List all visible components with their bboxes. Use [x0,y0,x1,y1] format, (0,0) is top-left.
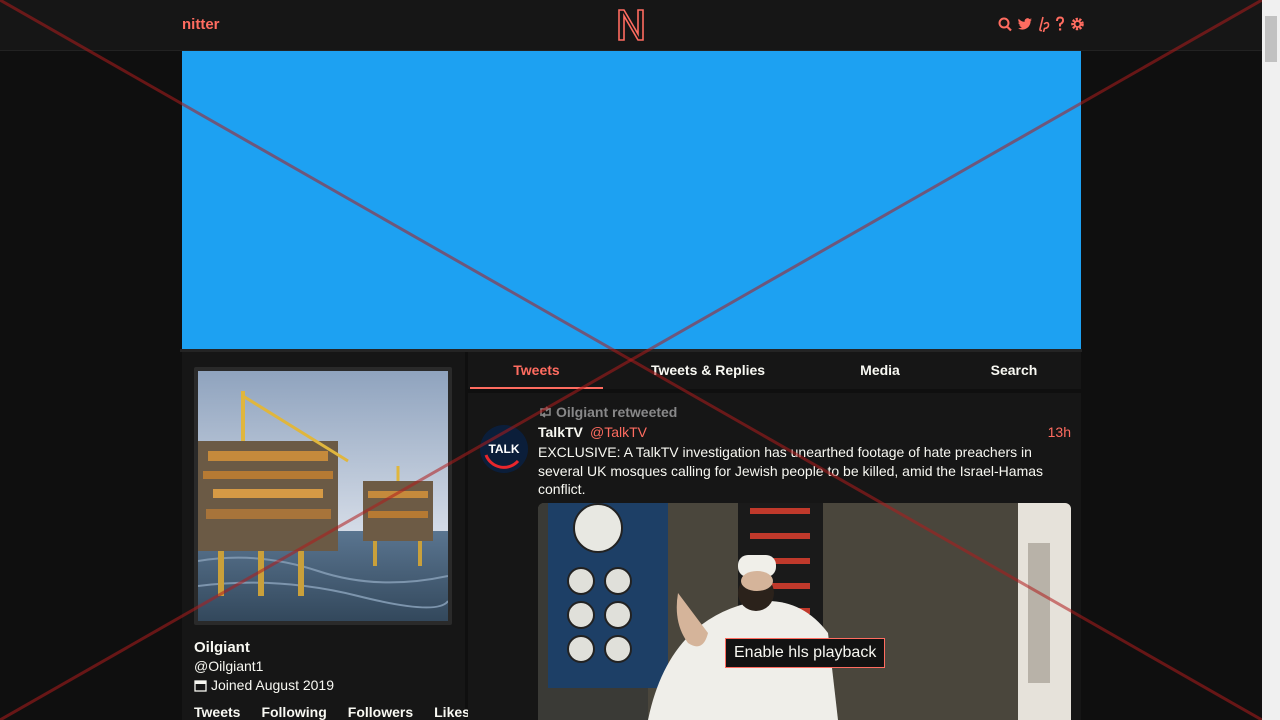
nitter-logo-icon[interactable] [617,8,645,42]
search-icon[interactable] [998,16,1012,32]
profile-joined-text: Joined August 2019 [211,677,334,693]
stat-likes[interactable]: Likes [434,704,470,720]
tweet-timestamp[interactable]: 13h [1048,424,1071,440]
tab-search[interactable]: Search [974,352,1054,389]
tweet-author-handle[interactable]: @TalkTV [590,424,647,440]
stat-followers[interactable]: Followers [348,704,413,720]
profile-handle[interactable]: @Oilgiant1 [194,658,263,674]
profile-avatar[interactable] [198,371,448,621]
tab-tweets[interactable]: Tweets [470,352,603,389]
scrollbar-thumb[interactable] [1265,16,1277,62]
tweet-video[interactable]: Enable hls playback [538,503,1071,720]
retweet-label[interactable]: Oilgiant retweeted [556,404,677,420]
tab-tweets-and-replies[interactable]: Tweets & Replies [638,352,778,389]
tweet-text: EXCLUSIVE: A TalkTV investigation has un… [538,444,1044,497]
timeline-tabs: Tweets Tweets & Replies Media Search [468,352,1081,389]
calendar-icon [194,679,207,692]
timeline-tweet[interactable]: Oilgiant retweeted TALK TalkTV @TalkTV 1… [468,393,1081,720]
nitter-brand-link[interactable]: nitter [182,16,220,33]
help-icon[interactable] [1055,16,1065,32]
liberapay-icon[interactable] [1038,16,1050,33]
twitter-icon[interactable] [1017,16,1033,32]
profile-card: Oilgiant @Oilgiant1 Joined August 2019 T… [182,352,470,720]
top-nav: nitter [0,0,1262,51]
stat-following[interactable]: Following [261,704,326,720]
tweet-author-avatar-text: TALK [488,442,519,456]
profile-banner[interactable] [182,51,1081,349]
tweet-author-avatar[interactable]: TALK [480,425,528,473]
tweet-author-name[interactable]: TalkTV [538,424,583,440]
enable-hls-button[interactable]: Enable hls playback [725,638,886,668]
profile-name[interactable]: Oilgiant [194,639,250,656]
nav-icons [998,16,1085,33]
retweet-header: Oilgiant retweeted [538,404,677,420]
stat-tweets[interactable]: Tweets [194,704,240,720]
tab-media[interactable]: Media [840,352,920,389]
profile-stats: Tweets Following Followers Likes [194,704,470,720]
profile-joined: Joined August 2019 [194,677,334,693]
page-scrollbar[interactable] [1262,0,1280,720]
settings-icon[interactable] [1070,16,1085,32]
retweet-icon [540,406,551,418]
profile-avatar-frame [194,367,452,625]
